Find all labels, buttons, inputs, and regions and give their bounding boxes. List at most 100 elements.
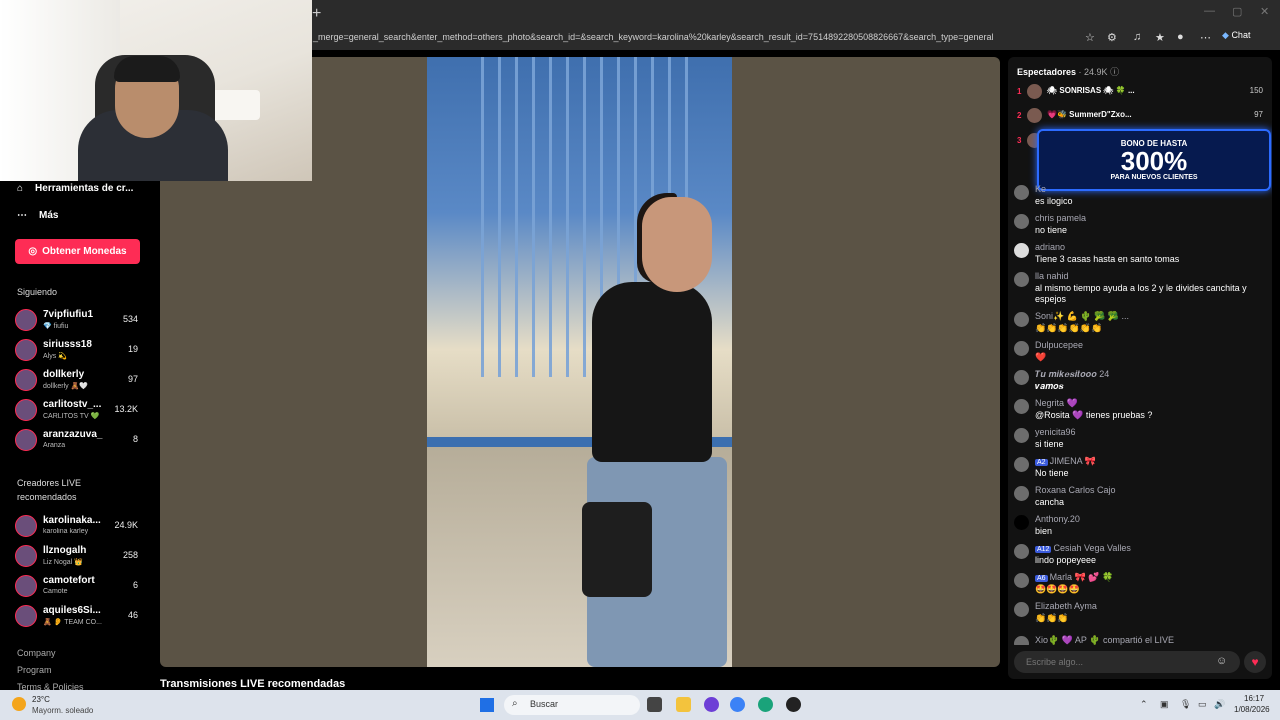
media-icon[interactable]: ♫ [1133,31,1141,43]
chat-user[interactable]: Xio🌵 💜 AP 🌵 compartió el LIVE [1035,635,1174,645]
viewers-count: · 24.9K [1078,67,1108,77]
edge-icon[interactable] [758,697,773,712]
maximize-icon[interactable]: ▢ [1232,5,1242,18]
level-badge: A6 [1035,575,1048,582]
copilot-app-icon[interactable] [730,697,745,712]
windows-taskbar: 23°C Mayorm. soleado ⌕ Buscar ⌃ ▣ 🎙 ▭ 🔊 … [0,690,1280,720]
chat-user[interactable]: Soni✨ 💪 🌵 🥦 🥦 ... [1035,311,1129,322]
following-sub: 💎 fiufiu [43,323,69,330]
chat-user[interactable]: 𝑻𝒖 𝒎𝒊𝒌𝒆𝒔𝒊𝒕𝒐𝒐𝒐 24 [1035,369,1109,380]
display-icon[interactable]: ▭ [1198,699,1207,710]
weather-sun-icon[interactable] [12,697,26,711]
weather-desc[interactable]: Mayorm. soleado [32,706,93,715]
mic-icon[interactable]: 🎙 [1180,699,1191,710]
creator-item[interactable]: camotefort Camote 6 [15,573,140,599]
footer-link-program[interactable]: Program [17,665,52,675]
discord-icon[interactable] [704,697,719,712]
following-item[interactable]: siriusss18 Alys 💫 19 [15,337,140,363]
creator-name: llznogalh [43,545,87,556]
avatar [15,369,37,391]
chat-user-name: Cesiah Vega Valles [1053,543,1131,553]
volume-icon[interactable]: 🔊 [1214,699,1225,710]
chat-user[interactable]: adriano [1035,242,1065,252]
copilot-chat-button[interactable]: ◆ Chat [1222,30,1250,41]
rank-score: 97 [1254,110,1263,119]
avatar [1014,272,1029,287]
following-item[interactable]: dollkerly dollkerly 🧸🤍 97 [15,367,140,393]
chat-user[interactable]: Elizabeth Ayma [1035,601,1097,611]
task-view-icon[interactable] [647,697,662,712]
chat-user-name: JIMENA 🎀 [1049,456,1096,466]
viewers-header[interactable]: Espectadores · 24.9K ⓘ [1017,65,1119,78]
webcam-person-hair [114,56,180,82]
chat-user[interactable]: A2 JIMENA 🎀 [1035,456,1096,467]
chat-user[interactable]: Roxana Carlos Cajo [1035,485,1116,495]
ranking-row[interactable]: 2 💗🐝 SummerD"Zxo... 97 [1017,107,1263,125]
creator-item[interactable]: llznogalh Liz Nogal 👑 258 [15,543,140,569]
viewer-count: 6 [132,580,138,590]
tray-app-icon[interactable]: ▣ [1160,699,1169,710]
more-dots-icon: ⋯ [17,210,27,221]
rank-score: 150 [1249,86,1263,95]
minimize-icon[interactable]: — [1204,5,1215,17]
coins-label: Obtener Monedas [42,246,127,257]
ad-line2: 300% [1120,146,1188,176]
avatar [1014,185,1029,200]
avatar [15,429,37,451]
info-icon[interactable]: ⓘ [1110,67,1119,77]
chat-user[interactable]: Dulpucepee [1035,340,1083,350]
close-icon[interactable]: ✕ [1260,5,1269,18]
avatar [15,309,37,331]
taskbar-search[interactable]: ⌕ Buscar [504,695,640,715]
level-badge: A12 [1035,546,1052,553]
windows-start-icon[interactable] [480,698,494,712]
chat-user[interactable]: lla nahid [1035,271,1069,281]
following-item[interactable]: 7vipfiufiu1 💎 fiufiu 534 [15,307,140,333]
following-item[interactable]: carlitostv_... CARLITOS TV 💚 13.2K [15,397,140,423]
creator-sub: Liz Nogal 👑 [43,559,83,566]
favorites-icon[interactable]: ★ [1155,31,1165,44]
creator-item[interactable]: aquiles6Si... 🧸 👂 TEAM CO... 46 [15,603,140,629]
live-video-frame[interactable] [427,57,732,667]
avatar [1014,486,1029,501]
chat-user[interactable]: A6 Marla 🎀 💕 🍀 [1035,572,1113,583]
url-text[interactable]: _merge=general_search&enter_method=other… [313,32,993,42]
chat-user[interactable]: chris pamela [1035,213,1086,223]
profile-icon[interactable]: ● [1177,31,1184,43]
following-item[interactable]: aranzazuva_ Aranza 8 [15,427,140,453]
footer-link-company[interactable]: Company [17,648,56,658]
menu-dots-icon[interactable]: ⋯ [1200,31,1211,44]
chat-label: Chat [1231,30,1251,40]
bookmark-star-icon[interactable]: ☆ [1085,31,1095,44]
creator-item[interactable]: karolinaka... karolina karley 24.9K [15,513,140,539]
chat-user[interactable]: Anthony.20 [1035,514,1080,524]
ad-line3: PARA NUEVOS CLIENTES [1110,174,1198,181]
obs-icon[interactable] [786,697,801,712]
new-tab-button[interactable]: + [312,5,321,23]
heart-icon[interactable]: ♥ [1244,651,1266,673]
avatar [1014,636,1029,645]
tray-chevron-icon[interactable]: ⌃ [1140,699,1148,710]
avatar [1014,602,1029,617]
emoji-icon[interactable]: ☺ [1216,655,1227,667]
level-badge: A2 [1035,459,1048,466]
get-coins-button[interactable]: ◎ Obtener Monedas [15,239,140,264]
chat-text: 𝒗𝒂𝒎𝒐𝒔 [1035,381,1064,391]
chat-text: no tiene [1035,225,1068,235]
nav-creator-tools[interactable]: ⌂ Herramientas de cr... [17,183,133,194]
chat-input[interactable] [1014,651,1240,673]
viewer-count: 24.9K [114,520,138,530]
avatar [15,515,37,537]
clock-date[interactable]: 1/08/2026 [1234,705,1270,714]
extension-icon[interactable]: ⚙ [1107,31,1117,44]
clock-time[interactable]: 16:17 [1244,694,1264,703]
bonus-ad-banner[interactable]: BONO DE HASTA 300% PARA NUEVOS CLIENTES [1037,129,1271,191]
weather-temp[interactable]: 23°C [32,695,50,704]
chat-user[interactable]: Negrita 💜 [1035,398,1078,409]
ranking-row[interactable]: 1 🕷 SONRISAS 🕷 🍀 ... 150 [1017,83,1263,101]
chat-user[interactable]: Ke [1035,184,1046,194]
nav-more[interactable]: ⋯ Más [17,210,58,221]
chat-user[interactable]: yenicita96 [1035,427,1076,437]
file-explorer-icon[interactable] [676,697,691,712]
chat-user[interactable]: A12 Cesiah Vega Valles [1035,543,1131,553]
